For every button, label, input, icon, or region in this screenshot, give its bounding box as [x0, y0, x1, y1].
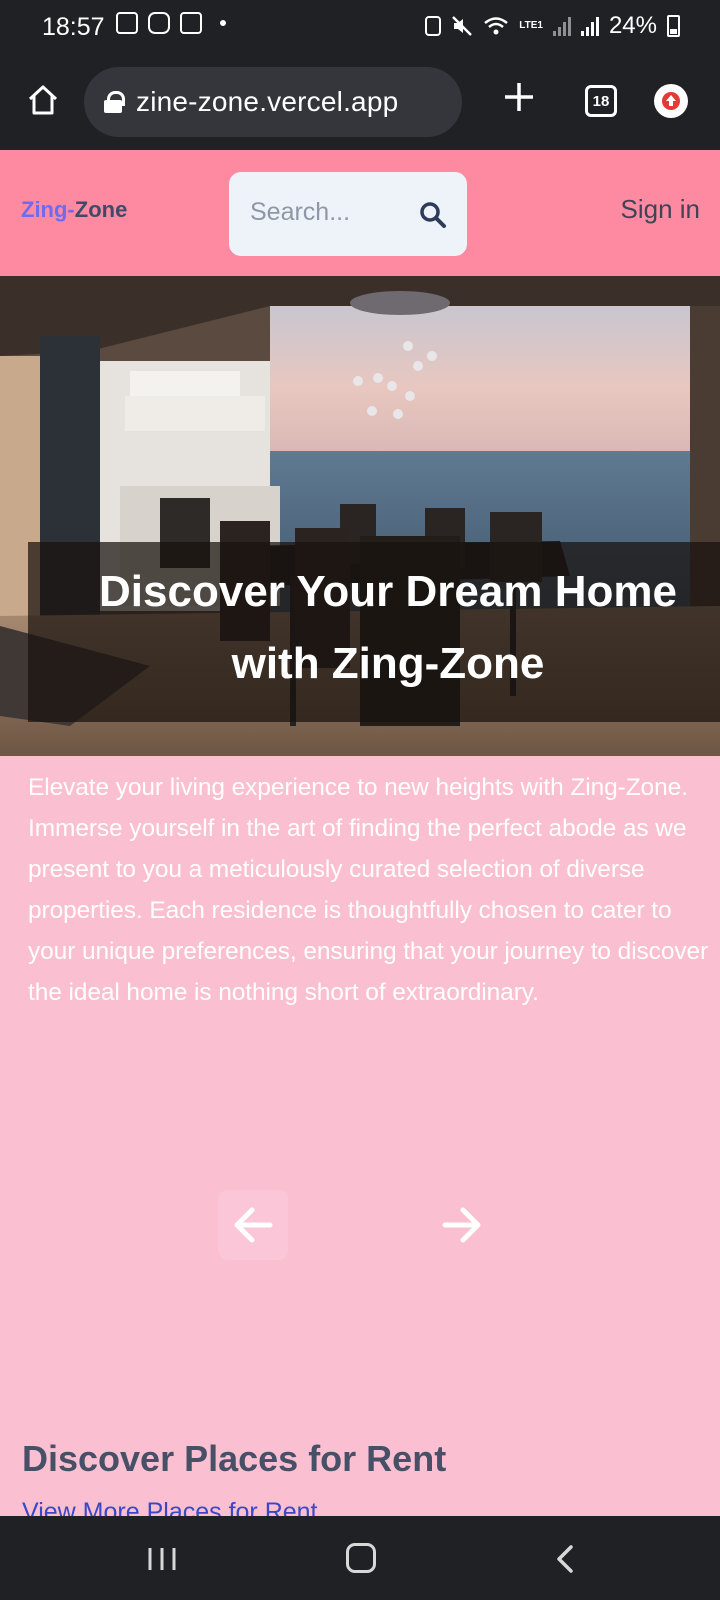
- battery-percent: 24%: [608, 12, 657, 39]
- logo-part1: Zing-: [21, 197, 75, 222]
- update-icon[interactable]: [654, 84, 688, 118]
- search-icon[interactable]: [419, 201, 447, 229]
- next-button[interactable]: [437, 1190, 507, 1260]
- search-placeholder: Search...: [250, 198, 351, 226]
- recent-apps-icon[interactable]: [146, 1546, 178, 1572]
- wifi-icon: [484, 17, 509, 35]
- lock-icon[interactable]: [104, 91, 125, 113]
- intro-paragraph: Elevate your living experience to new he…: [28, 774, 709, 1006]
- page-viewport: Zing-Zone Search... Sign in Discover You…: [0, 150, 720, 1516]
- signal-2-icon: [580, 16, 599, 36]
- more-notifications-icon: [220, 20, 226, 26]
- lock-screen-icon: [425, 16, 442, 36]
- tab-count: 18: [592, 92, 610, 110]
- status-bar: 18:57 LTE1 24%: [0, 0, 720, 56]
- search-input[interactable]: Search...: [229, 172, 467, 256]
- hero-title: Discover Your Dream Home with Zing-Zone: [28, 556, 720, 700]
- site-logo[interactable]: Zing-Zone: [21, 197, 127, 223]
- instagram-icon: [148, 12, 170, 34]
- signal-1-icon: [552, 16, 571, 36]
- hero-banner: Discover Your Dream Home with Zing-Zone: [0, 276, 720, 756]
- address-bar[interactable]: zine-zone.vercel.app: [84, 67, 462, 137]
- network-label: LTE1: [519, 20, 543, 31]
- plus-icon[interactable]: [502, 80, 536, 114]
- site-header: Zing-Zone Search... Sign in: [0, 150, 720, 276]
- prev-button[interactable]: [218, 1190, 288, 1260]
- view-more-rent-link[interactable]: View More Places for Rent: [22, 1498, 318, 1516]
- url-text[interactable]: zine-zone.vercel.app: [136, 86, 398, 118]
- rent-section-title: Discover Places for Rent: [22, 1438, 447, 1479]
- gallery-icon: [116, 12, 138, 34]
- tabs-icon[interactable]: 18: [585, 85, 617, 117]
- status-time: 18:57: [42, 13, 105, 41]
- nav-back-icon[interactable]: [552, 1544, 578, 1574]
- gift-icon: [180, 12, 202, 34]
- home-icon[interactable]: [26, 83, 60, 117]
- notification-icons: [116, 12, 226, 34]
- battery-icon: [667, 15, 680, 37]
- nav-home-icon[interactable]: [346, 1543, 376, 1573]
- hero-title-line2: with Zing-Zone: [231, 639, 545, 688]
- browser-toolbar: zine-zone.vercel.app 18: [0, 56, 720, 150]
- system-nav-bar: [0, 1516, 720, 1600]
- up-arrow-icon: [662, 92, 680, 110]
- arrow-right-icon: [442, 1207, 481, 1243]
- mute-icon: [452, 16, 473, 36]
- hero-title-line1: Discover Your Dream Home: [99, 567, 677, 616]
- signin-link[interactable]: Sign in: [621, 194, 701, 225]
- logo-part2: Zone: [74, 197, 128, 222]
- status-right: LTE1 24%: [425, 12, 680, 40]
- arrow-left-icon: [234, 1207, 273, 1243]
